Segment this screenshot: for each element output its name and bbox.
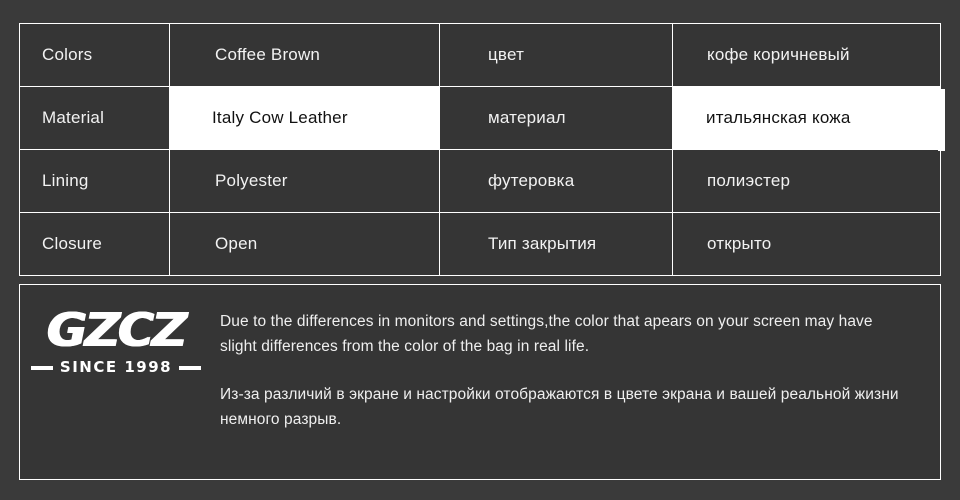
spec-value-en: Open <box>169 212 440 276</box>
brand-logo-wordmark: GZCZ <box>46 303 187 357</box>
disclaimer-panel: GZCZ SINCE 1998 Due to the differences i… <box>19 284 941 480</box>
table-row: Material Italy Cow Leather материал итал… <box>19 86 941 150</box>
spec-value-en: Coffee Brown <box>169 23 440 87</box>
spec-label-ru: Тип закрытия <box>439 212 673 276</box>
rule-left-icon <box>30 365 53 370</box>
spec-label-ru: футеровка <box>439 149 673 213</box>
disclaimer-text-block: Due to the differences in monitors and s… <box>212 285 940 432</box>
brand-logo-tagline: SINCE 1998 <box>30 358 202 376</box>
brand-since-label: SINCE 1998 <box>59 358 173 376</box>
brand-logo: GZCZ SINCE 1998 <box>20 285 212 375</box>
spec-value-ru: полиэстер <box>672 149 941 213</box>
spec-label-en: Colors <box>19 23 170 87</box>
disclaimer-note-en: Due to the differences in monitors and s… <box>220 313 873 356</box>
specification-table: Colors Coffee Brown цвет кофе коричневый… <box>19 23 941 276</box>
product-spec-banner: Colors Coffee Brown цвет кофе коричневый… <box>0 0 960 500</box>
disclaimer-note-ru: Из-за различий в экране и настройки отоб… <box>220 386 899 429</box>
spec-value-ru: открыто <box>672 212 941 276</box>
spec-label-en: Material <box>19 86 170 150</box>
spec-label-ru: материал <box>439 86 673 150</box>
spec-label-en: Lining <box>19 149 170 213</box>
spec-value-ru: итальянская кожа <box>672 86 941 150</box>
table-row: Lining Polyester футеровка полиэстер <box>19 149 941 213</box>
spec-value-en: Italy Cow Leather <box>169 86 440 150</box>
spec-label-ru: цвет <box>439 23 673 87</box>
rule-right-icon <box>179 365 202 370</box>
spec-value-ru: кофе коричневый <box>672 23 941 87</box>
highlight-bleed <box>938 89 945 151</box>
table-row: Colors Coffee Brown цвет кофе коричневый <box>19 23 941 87</box>
table-row: Closure Open Тип закрытия открыто <box>19 212 941 276</box>
spec-label-en: Closure <box>19 212 170 276</box>
spec-value-en: Polyester <box>169 149 440 213</box>
